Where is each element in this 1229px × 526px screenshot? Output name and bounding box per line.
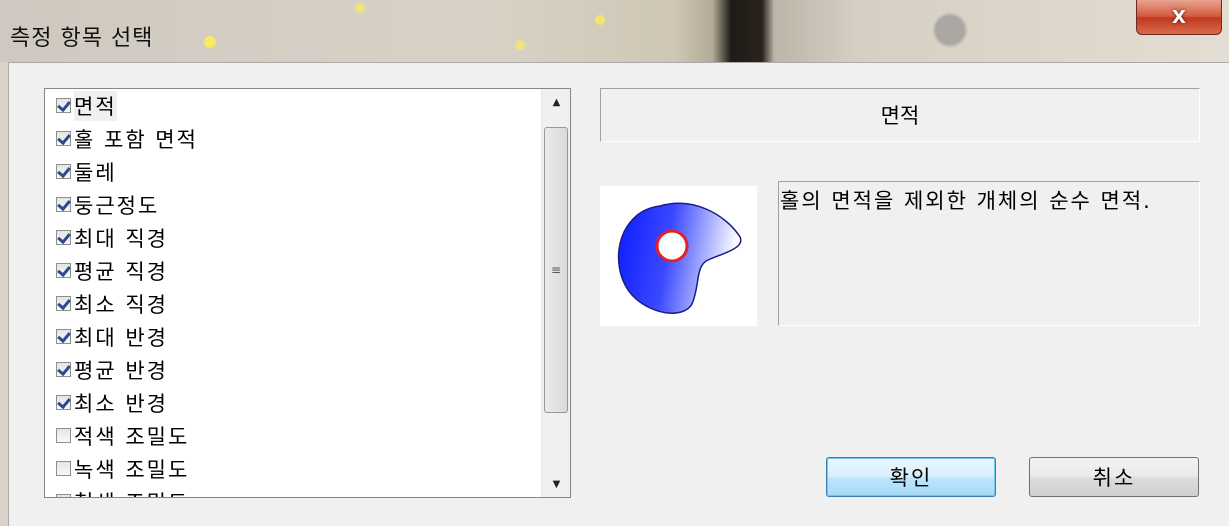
- arrow-up-icon: ▲: [552, 96, 561, 108]
- arrow-down-icon: ▼: [552, 478, 561, 490]
- checklist-item-label: 최대 직경: [74, 226, 168, 251]
- checklist-item[interactable]: 둥근정도: [45, 188, 540, 221]
- scroll-thumb[interactable]: ≡: [544, 127, 568, 413]
- checkbox[interactable]: [56, 197, 71, 212]
- checkbox[interactable]: [56, 263, 71, 278]
- checklist-item[interactable]: 평균 반경: [45, 353, 540, 386]
- scroll-up-button[interactable]: ▲: [542, 89, 570, 115]
- measurement-checklist[interactable]: 면적홀 포함 면적둘레둥근정도최대 직경평균 직경최소 직경최대 반경평균 반경…: [44, 88, 571, 498]
- checklist-item-label: 최대 반경: [74, 325, 168, 350]
- checklist-item[interactable]: 면적: [45, 89, 540, 122]
- checklist-item[interactable]: 홀 포함 면적: [45, 122, 540, 155]
- checklist-item-label: 둥근정도: [74, 193, 160, 218]
- checkbox[interactable]: [56, 395, 71, 410]
- checkbox[interactable]: [56, 428, 71, 443]
- checklist-item[interactable]: 적색 조밀도: [45, 419, 540, 452]
- checklist-item-label: 최소 반경: [74, 391, 168, 416]
- checkbox[interactable]: [56, 494, 71, 497]
- close-button[interactable]: X: [1136, 0, 1222, 35]
- checklist-item[interactable]: 평균 직경: [45, 254, 540, 287]
- checkbox[interactable]: [56, 329, 71, 344]
- ok-button[interactable]: 확인: [826, 457, 996, 497]
- checklist-item-label: 적색 조밀도: [74, 424, 190, 449]
- checklist-item[interactable]: 최대 반경: [45, 320, 540, 353]
- checklist-item-label: 최소 직경: [74, 292, 168, 317]
- checkbox[interactable]: [56, 461, 71, 476]
- checklist-item-label: 녹색 조밀도: [74, 457, 190, 482]
- checkbox[interactable]: [56, 164, 71, 179]
- checklist-item-label: 면적: [74, 90, 117, 121]
- checklist-item-label: 평균 반경: [74, 358, 168, 383]
- checklist-item-label: 홀 포함 면적: [74, 127, 198, 152]
- checkbox[interactable]: [56, 98, 71, 113]
- grip-icon: ≡: [550, 263, 562, 277]
- checklist-item[interactable]: 녹색 조밀도: [45, 452, 540, 485]
- blob-with-hole-icon: [617, 202, 742, 314]
- checklist-item[interactable]: 청색 조밀도: [45, 485, 540, 498]
- title-bar: 측정 항목 선택 X: [0, 0, 1229, 62]
- cancel-button[interactable]: 취소: [1029, 457, 1199, 497]
- checklist-item-label: 청색 조밀도: [74, 487, 189, 498]
- checklist-item-label: 평균 직경: [74, 259, 168, 284]
- close-icon: X: [1172, 6, 1186, 28]
- preview-image: [600, 186, 757, 326]
- selected-item-title: 면적: [600, 88, 1200, 142]
- checklist-items: 면적홀 포함 면적둘레둥근정도최대 직경평균 직경최소 직경최대 반경평균 반경…: [45, 89, 540, 498]
- checklist-item[interactable]: 둘레: [45, 155, 540, 188]
- checklist-item-label: 둘레: [74, 160, 117, 185]
- checkbox[interactable]: [56, 230, 71, 245]
- vertical-scrollbar[interactable]: ▲ ≡ ▼: [541, 89, 570, 497]
- checklist-item[interactable]: 최대 직경: [45, 221, 540, 254]
- window-title: 측정 항목 선택: [10, 26, 154, 51]
- checklist-item[interactable]: 최소 직경: [45, 287, 540, 320]
- checkbox[interactable]: [56, 131, 71, 146]
- checklist-item[interactable]: 최소 반경: [45, 386, 540, 419]
- scroll-down-button[interactable]: ▼: [542, 471, 570, 497]
- checkbox[interactable]: [56, 296, 71, 311]
- item-description: 홀의 면적을 제외한 개체의 순수 면적.: [778, 181, 1200, 326]
- checkbox[interactable]: [56, 362, 71, 377]
